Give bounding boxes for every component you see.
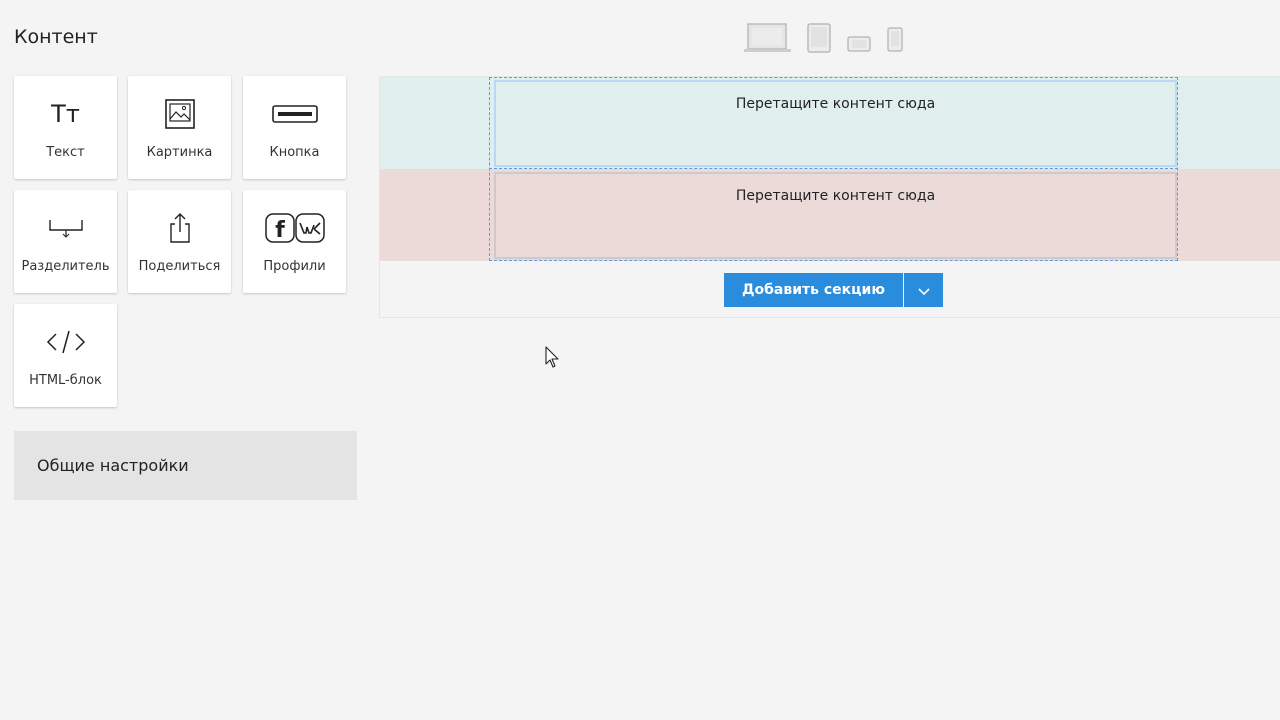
dropzone-hint: Перетащите контент сюда [735, 96, 936, 112]
tile-button[interactable]: Кнопка [243, 76, 346, 179]
image-icon [128, 98, 231, 130]
button-icon [243, 98, 346, 130]
divider-icon [14, 212, 117, 244]
text-icon: Тт [51, 100, 80, 128]
tile-label: Разделитель [21, 259, 110, 274]
add-section-button[interactable]: Добавить секцию [724, 273, 903, 307]
desktop-icon[interactable] [744, 22, 792, 54]
add-section-dropdown[interactable] [904, 273, 943, 307]
social-profiles-icon: f [243, 212, 346, 244]
share-icon [128, 212, 231, 244]
dropzone-hint: Перетащите контент сюда [735, 188, 936, 204]
general-settings-panel[interactable]: Общие настройки [14, 431, 357, 500]
chevron-down-icon [917, 281, 930, 300]
tile-label: Текст [46, 145, 85, 160]
tile-label: Кнопка [269, 145, 320, 160]
sidebar-title: Контент [14, 26, 98, 48]
tile-html[interactable]: HTML-блок [14, 304, 117, 407]
add-section-group: Добавить секцию [724, 273, 943, 307]
email-canvas: Перетащите контент сюда Перетащите конте… [379, 76, 1280, 318]
tablet-icon[interactable] [806, 22, 832, 54]
general-settings-label: Общие настройки [37, 456, 189, 475]
code-icon [14, 326, 117, 358]
tile-label: Картинка [146, 145, 213, 160]
landscape-phone-icon[interactable] [846, 34, 872, 54]
mouse-cursor-icon [545, 346, 561, 374]
tile-text[interactable]: Тт Текст [14, 76, 117, 179]
tile-label: Профили [263, 259, 326, 274]
tile-label: HTML-блок [29, 373, 102, 388]
dropzone-1[interactable]: Перетащите контент сюда [494, 80, 1177, 167]
tile-label: Поделиться [138, 259, 221, 274]
tile-divider[interactable]: Разделитель [14, 190, 117, 293]
tile-image[interactable]: Картинка [128, 76, 231, 179]
phone-icon[interactable] [886, 26, 904, 54]
device-preview-switcher [744, 20, 918, 54]
tile-profiles[interactable]: f Профили [243, 190, 346, 293]
svg-text:f: f [275, 218, 285, 243]
dropzone-2[interactable]: Перетащите контент сюда [494, 172, 1177, 259]
tile-share[interactable]: Поделиться [128, 190, 231, 293]
